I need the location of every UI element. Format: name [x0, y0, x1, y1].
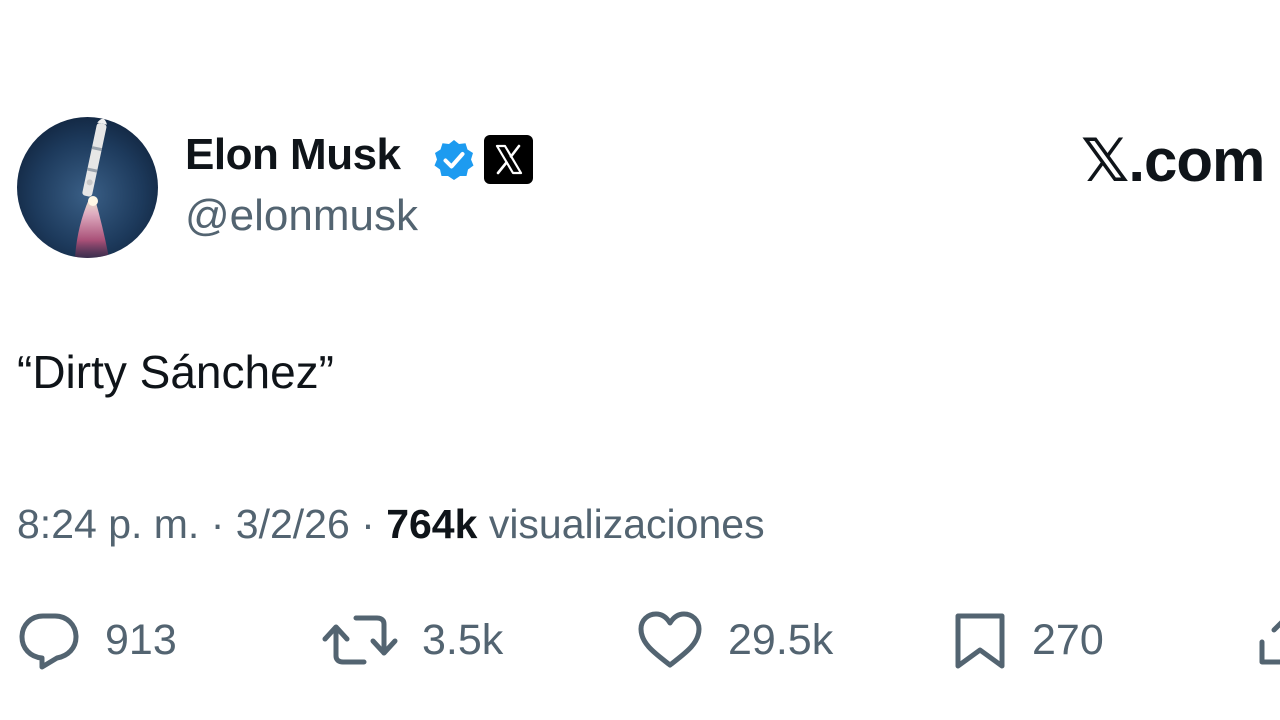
author-handle[interactable]: @elonmusk: [185, 194, 418, 238]
heart-icon: [638, 611, 702, 668]
author-avatar[interactable]: [17, 117, 158, 258]
post-meta: 8:24 p. m. · 3/2/26 · 764k visualizacion…: [17, 504, 765, 545]
bookmark-icon: [955, 613, 1005, 669]
reply-count: 913: [105, 615, 177, 664]
bookmark-button[interactable]: 270: [952, 610, 1104, 670]
reply-icon: [19, 613, 79, 670]
like-button[interactable]: 29.5k: [636, 610, 833, 670]
views-label: visualizaciones: [488, 501, 765, 547]
author-name[interactable]: Elon Musk: [185, 133, 401, 177]
share-button[interactable]: [1256, 612, 1280, 668]
share-icon: [1259, 620, 1280, 665]
brand-watermark: 𝕏.com: [1081, 127, 1265, 194]
repost-button[interactable]: 3.5k: [322, 610, 503, 670]
views-count: 764k: [386, 501, 478, 547]
reply-button[interactable]: 913: [17, 610, 177, 670]
bookmark-count: 270: [1032, 615, 1104, 664]
post-text: “Dirty Sánchez”: [17, 346, 334, 398]
meta-separator: ·: [349, 501, 387, 547]
post-card: Elon Musk @elonmusk 𝕏.com “Dirty Sánchez…: [0, 0, 1280, 720]
verified-badge-icon: [434, 140, 474, 180]
rocket-launch-avatar-icon: [17, 117, 158, 258]
post-date[interactable]: 3/2/26: [236, 501, 350, 547]
meta-separator: ·: [199, 501, 236, 547]
repost-icon: [322, 615, 398, 665]
like-count: 29.5k: [728, 615, 834, 664]
post-time[interactable]: 8:24 p. m.: [17, 501, 199, 547]
repost-count: 3.5k: [422, 615, 504, 664]
x-logo-icon: [484, 135, 533, 184]
